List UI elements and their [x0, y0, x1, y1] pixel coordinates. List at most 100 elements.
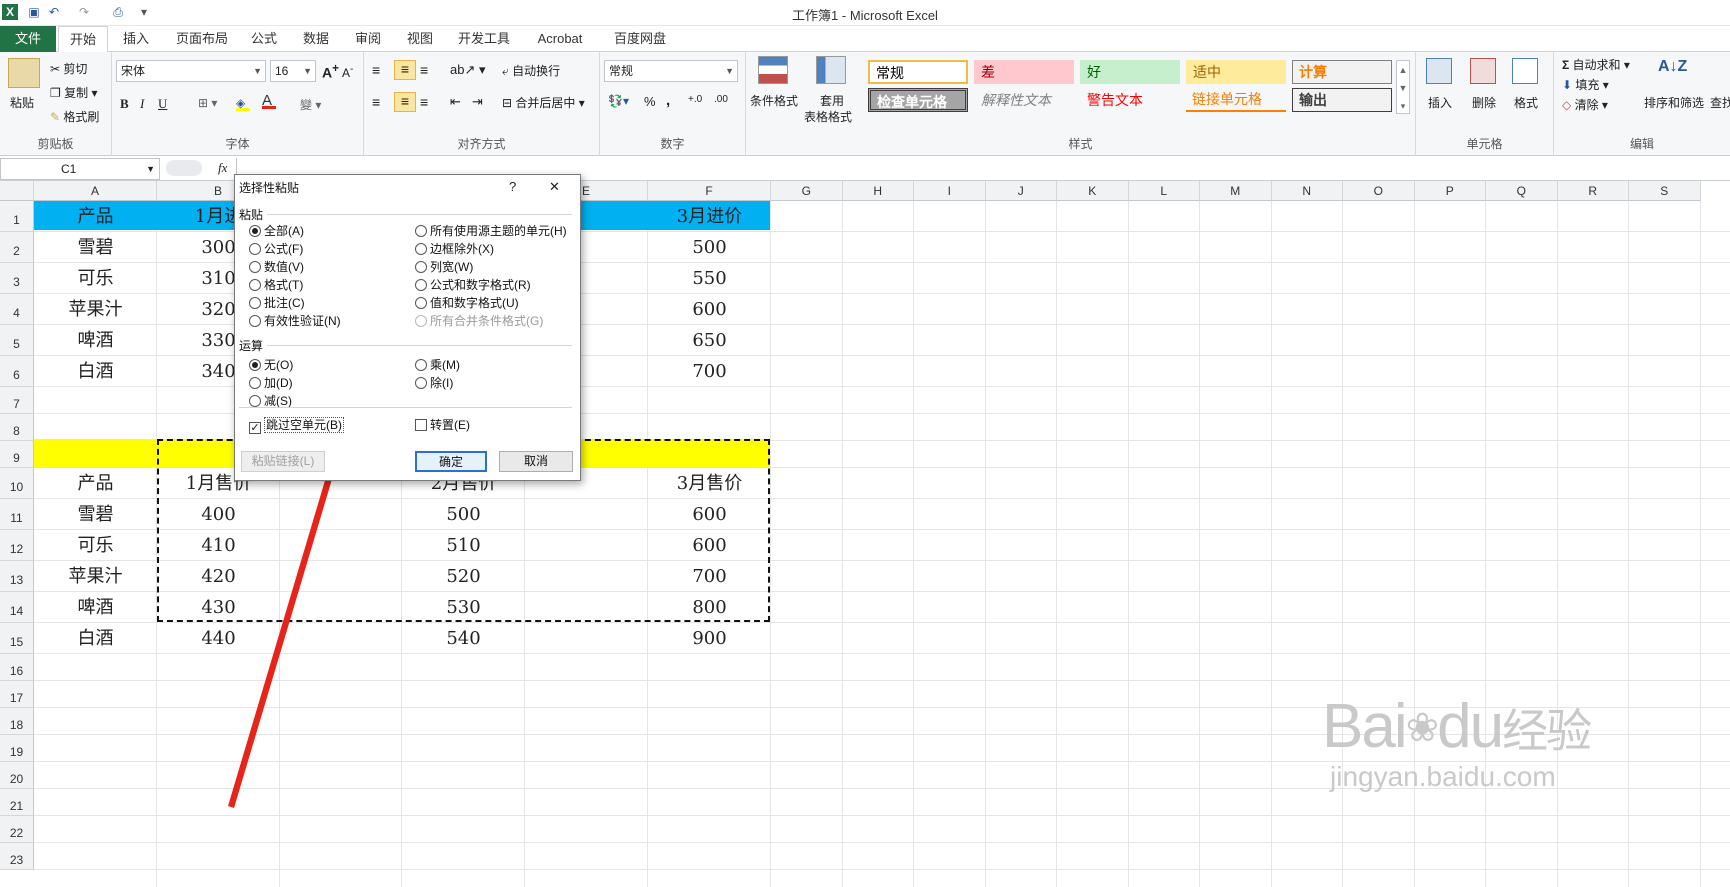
paste-button[interactable]: 粘贴 [10, 94, 34, 111]
table1-cell[interactable]: 苹果汁 [34, 294, 157, 325]
paste-icon[interactable] [8, 58, 40, 88]
border-icon[interactable]: ⊞ ▾ [198, 96, 217, 110]
fill-color-icon[interactable]: ◈ [236, 96, 250, 111]
align-bottom-icon[interactable]: ≡ [420, 62, 428, 78]
column-header[interactable]: M [1200, 181, 1272, 201]
table1-cell[interactable]: 600 [648, 294, 771, 325]
table2-cell[interactable]: 540 [402, 623, 525, 654]
delete-cells-button[interactable]: 删除 [1472, 94, 1496, 111]
tab-review[interactable]: 审阅 [348, 26, 388, 52]
column-header[interactable]: H [842, 181, 914, 201]
style-calculation[interactable]: 计算 [1292, 60, 1392, 84]
increase-indent-icon[interactable]: ⇥ [472, 94, 483, 110]
radio-option[interactable]: 值和数字格式(U) [415, 294, 519, 311]
table2-cell[interactable]: 可乐 [34, 530, 157, 561]
style-output[interactable]: 输出 [1292, 88, 1392, 112]
row-header[interactable]: 8 [0, 414, 34, 441]
radio-option[interactable]: 公式(F) [249, 240, 303, 257]
style-good[interactable]: 好 [1080, 60, 1180, 84]
font-color-icon[interactable]: A [262, 92, 276, 109]
row-header[interactable]: 5 [0, 325, 34, 356]
row-header[interactable]: 3 [0, 263, 34, 294]
autosum-button[interactable]: Σ 自动求和 ▾ [1562, 56, 1630, 73]
row-header[interactable]: 18 [0, 708, 34, 735]
radio-option[interactable]: 数值(V) [249, 258, 304, 275]
conditional-format-button[interactable]: 条件格式 [750, 92, 798, 109]
ok-button[interactable]: 确定 [415, 451, 487, 472]
row-header[interactable]: 19 [0, 735, 34, 762]
column-header[interactable]: F [648, 181, 771, 201]
table2-cell[interactable]: 苹果汁 [34, 561, 157, 592]
shrink-font-button[interactable]: A- [342, 64, 353, 80]
table1-cell[interactable]: 550 [648, 263, 771, 294]
table1-cell[interactable]: 啤酒 [34, 325, 157, 356]
styles-scroll-icon[interactable]: ▲ ▼ ▾ [1396, 60, 1410, 114]
column-header[interactable]: Q [1486, 181, 1558, 201]
orientation-icon[interactable]: ab↗ ▾ [450, 62, 486, 78]
table1-cell[interactable]: 雪碧 [34, 232, 157, 263]
skip-blanks-checkbox[interactable]: ✓ 跳过空单元(B) [249, 416, 344, 434]
insert-function-icon[interactable]: fx [218, 160, 227, 176]
underline-button[interactable]: U [158, 96, 167, 112]
copy-button[interactable]: ❐ 复制 ▾ [50, 84, 97, 101]
comma-button[interactable]: , [666, 92, 670, 109]
style-bad[interactable]: 差 [974, 60, 1074, 84]
table1-header-cell[interactable]: 产品 [34, 201, 157, 232]
paste-link-button[interactable]: 粘贴链接(L) [241, 451, 325, 472]
row-header[interactable]: 4 [0, 294, 34, 325]
column-header[interactable]: K [1057, 181, 1129, 201]
tab-home[interactable]: 开始 [58, 26, 108, 53]
table2-header-cell[interactable]: 产品 [34, 468, 157, 499]
column-header[interactable]: J [985, 181, 1057, 201]
radio-option[interactable]: 公式和数字格式(R) [415, 276, 531, 293]
row-header[interactable]: 7 [0, 387, 34, 414]
align-top-icon[interactable]: ≡ [372, 62, 380, 78]
row-header[interactable]: 17 [0, 681, 34, 708]
row-header[interactable]: 21 [0, 789, 34, 816]
row-header[interactable]: 22 [0, 816, 34, 843]
tab-file[interactable]: 文件 [0, 26, 56, 52]
find-button[interactable]: 查找 [1710, 94, 1730, 111]
row-header[interactable]: 9 [0, 441, 34, 468]
row-header[interactable]: 11 [0, 499, 34, 530]
align-right-icon[interactable]: ≡ [420, 94, 428, 110]
tab-formulas[interactable]: 公式 [244, 26, 284, 52]
insert-cells-icon[interactable] [1426, 58, 1452, 84]
name-box[interactable]: C1 ▼ [0, 158, 160, 180]
style-check-cell[interactable]: 检查单元格 [868, 88, 968, 112]
radio-option[interactable]: 列宽(W) [415, 258, 473, 275]
radio-option[interactable]: 格式(T) [249, 276, 303, 293]
table1-cell[interactable]: 700 [648, 356, 771, 387]
column-header[interactable]: L [1128, 181, 1200, 201]
radio-option[interactable]: 有效性验证(N) [249, 312, 341, 329]
select-all-corner[interactable] [0, 181, 34, 201]
style-explanatory[interactable]: 解释性文本 [974, 88, 1074, 112]
insert-cells-button[interactable]: 插入 [1428, 94, 1452, 111]
grow-font-button[interactable]: A+ [322, 62, 339, 81]
row-header[interactable]: 14 [0, 592, 34, 623]
table2-cell[interactable]: 白酒 [34, 623, 157, 654]
close-icon[interactable]: ✕ [549, 179, 560, 195]
radio-option[interactable]: 所有使用源主题的单元(H) [415, 222, 567, 239]
row-header[interactable]: 13 [0, 561, 34, 592]
row-header[interactable]: 12 [0, 530, 34, 561]
row-header[interactable]: 2 [0, 232, 34, 263]
radio-option[interactable]: 无(O) [249, 356, 293, 373]
align-center-icon[interactable]: ≡ [394, 92, 416, 112]
style-linked-cell[interactable]: 链接单元格 [1186, 88, 1286, 112]
radio-option[interactable]: 所有合并条件格式(G) [415, 312, 543, 329]
font-name-combo[interactable]: 宋体 ▼ [116, 60, 266, 82]
bold-button[interactable]: B [120, 96, 129, 112]
column-header[interactable]: O [1343, 181, 1415, 201]
table2-cell[interactable]: 啤酒 [34, 592, 157, 623]
sort-filter-icon[interactable]: A↓Z [1658, 58, 1687, 76]
style-neutral[interactable]: 适中 [1186, 60, 1286, 84]
percent-button[interactable]: % [644, 94, 656, 109]
font-size-combo[interactable]: 16 ▼ [270, 60, 316, 82]
format-cells-icon[interactable] [1512, 58, 1538, 84]
transpose-checkbox[interactable]: 转置(E) [415, 416, 470, 433]
column-header[interactable]: I [914, 181, 986, 201]
formula-bar-splitter[interactable] [166, 160, 202, 176]
table-format-icon[interactable] [816, 56, 846, 84]
help-icon[interactable]: ? [509, 179, 516, 194]
